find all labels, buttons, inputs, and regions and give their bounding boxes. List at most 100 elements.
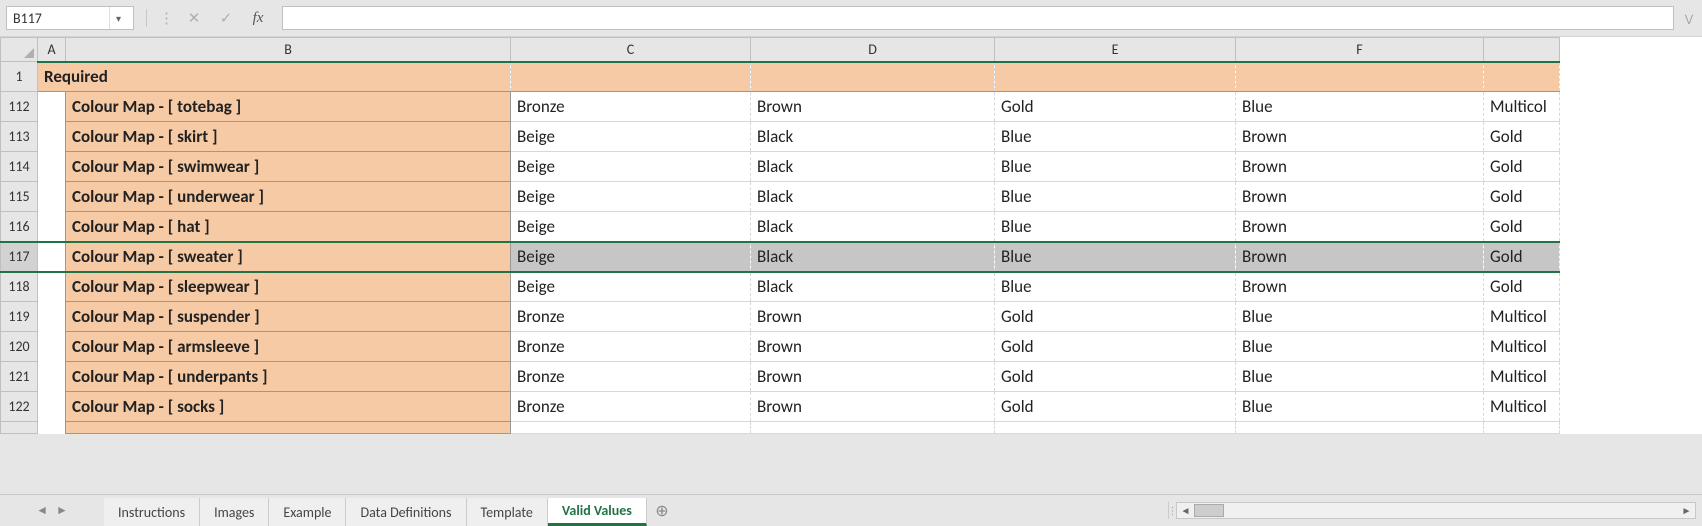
cell[interactable]: Beige (511, 242, 751, 272)
cell[interactable]: Colour Map - [ underpants ] (66, 362, 511, 392)
cell[interactable]: Brown (1236, 212, 1484, 242)
cell[interactable] (38, 392, 66, 422)
cell[interactable]: Brown (1236, 242, 1484, 272)
split-grip-left[interactable]: ⋮ (1168, 502, 1176, 519)
cell[interactable]: Gold (995, 362, 1236, 392)
cell[interactable]: Colour Map - [ sweater ] (66, 242, 511, 272)
cell[interactable]: Blue (1236, 392, 1484, 422)
row-header[interactable]: 121 (1, 362, 38, 392)
cell[interactable] (38, 242, 66, 272)
cell[interactable] (38, 332, 66, 362)
cell[interactable]: Black (751, 242, 995, 272)
cell[interactable]: Gold (1484, 212, 1560, 242)
row-header[interactable]: 113 (1, 122, 38, 152)
row-header[interactable]: 115 (1, 182, 38, 212)
cell[interactable] (38, 422, 66, 434)
sheet-tab[interactable]: Template (467, 498, 548, 526)
row-header[interactable]: 116 (1, 212, 38, 242)
row-header[interactable]: 117 (1, 242, 38, 272)
cell[interactable] (66, 422, 511, 434)
sheet-tab[interactable]: Example (269, 498, 346, 526)
formula-input[interactable] (282, 6, 1674, 30)
select-all-corner[interactable] (1, 38, 38, 62)
cell[interactable]: Black (751, 212, 995, 242)
cell[interactable]: Brown (1236, 122, 1484, 152)
cell[interactable]: Multicol (1484, 392, 1560, 422)
row-header[interactable]: 1 (1, 62, 38, 92)
cell[interactable]: Blue (1236, 302, 1484, 332)
cell-F1[interactable] (1236, 62, 1484, 92)
cell[interactable] (38, 122, 66, 152)
cell[interactable]: Bronze (511, 92, 751, 122)
formula-expand-icon[interactable]: ⋁ (1682, 12, 1696, 25)
scroll-right-button[interactable]: ► (1678, 503, 1695, 518)
cell-E1[interactable] (995, 62, 1236, 92)
name-box[interactable]: B117 ▾ (6, 6, 134, 30)
sheet-tab[interactable]: Images (200, 498, 269, 526)
hscroll-track[interactable]: ◄ ► (1176, 502, 1696, 519)
sheet-tab[interactable]: Data Definitions (346, 498, 466, 526)
tab-nav-prev-icon[interactable]: ◄ (36, 503, 48, 518)
name-box-dropdown-icon[interactable]: ▾ (109, 7, 127, 29)
cell[interactable]: Bronze (511, 332, 751, 362)
cell[interactable]: Brown (751, 362, 995, 392)
cell[interactable]: Beige (511, 272, 751, 302)
cell[interactable]: Blue (995, 152, 1236, 182)
fx-button[interactable]: fx (246, 6, 270, 30)
cell[interactable] (38, 362, 66, 392)
cell-C1[interactable] (511, 62, 751, 92)
cell[interactable]: Blue (1236, 362, 1484, 392)
row-header[interactable]: 122 (1, 392, 38, 422)
cell[interactable]: Brown (1236, 272, 1484, 302)
cell[interactable]: Black (751, 272, 995, 302)
cell[interactable]: Colour Map - [ swimwear ] (66, 152, 511, 182)
cell[interactable]: Multicol (1484, 332, 1560, 362)
cell[interactable]: Multicol (1484, 302, 1560, 332)
row-header[interactable]: 118 (1, 272, 38, 302)
cell[interactable]: Gold (1484, 242, 1560, 272)
cell[interactable]: Gold (1484, 182, 1560, 212)
cell[interactable]: Colour Map - [ sleepwear ] (66, 272, 511, 302)
cell[interactable]: Colour Map - [ hat ] (66, 212, 511, 242)
cell[interactable]: Black (751, 182, 995, 212)
cell[interactable]: Gold (995, 332, 1236, 362)
cell[interactable]: Blue (995, 122, 1236, 152)
cell[interactable] (995, 422, 1236, 434)
cell[interactable]: Multicol (1484, 92, 1560, 122)
col-header-B[interactable]: B (66, 38, 511, 62)
cell[interactable] (38, 152, 66, 182)
col-header-E[interactable]: E (995, 38, 1236, 62)
cell[interactable]: Black (751, 122, 995, 152)
sheet-tab[interactable]: Instructions (104, 498, 200, 526)
col-header-G[interactable] (1484, 38, 1560, 62)
cell[interactable]: Gold (1484, 272, 1560, 302)
tab-nav-next-icon[interactable]: ► (56, 503, 68, 518)
tab-nav[interactable]: ◄ ► (0, 503, 104, 518)
cell[interactable] (1484, 422, 1560, 434)
cell[interactable]: Brown (751, 92, 995, 122)
spreadsheet-table[interactable]: A B C D E F 1 Required 112Colour Map - [… (0, 37, 1560, 434)
cell[interactable]: Beige (511, 152, 751, 182)
cell[interactable]: Colour Map - [ suspender ] (66, 302, 511, 332)
cell[interactable] (38, 212, 66, 242)
cell[interactable]: Black (751, 152, 995, 182)
cell[interactable]: Blue (995, 212, 1236, 242)
scroll-left-button[interactable]: ◄ (1177, 503, 1194, 518)
row-header[interactable]: 114 (1, 152, 38, 182)
cell[interactable]: Colour Map - [ socks ] (66, 392, 511, 422)
row-header[interactable]: 120 (1, 332, 38, 362)
cell[interactable]: Beige (511, 212, 751, 242)
cell[interactable]: Blue (1236, 332, 1484, 362)
col-header-A[interactable]: A (38, 38, 66, 62)
cell[interactable]: Brown (1236, 152, 1484, 182)
col-header-D[interactable]: D (751, 38, 995, 62)
cell[interactable]: Blue (995, 182, 1236, 212)
row-header[interactable]: 112 (1, 92, 38, 122)
new-sheet-button[interactable]: ⊕ (647, 501, 677, 521)
cell[interactable]: Brown (751, 332, 995, 362)
cell[interactable]: Gold (995, 92, 1236, 122)
sheet-tab[interactable]: Valid Values (548, 498, 647, 526)
cell[interactable] (1236, 422, 1484, 434)
cell[interactable]: Gold (1484, 152, 1560, 182)
cell-D1[interactable] (751, 62, 995, 92)
